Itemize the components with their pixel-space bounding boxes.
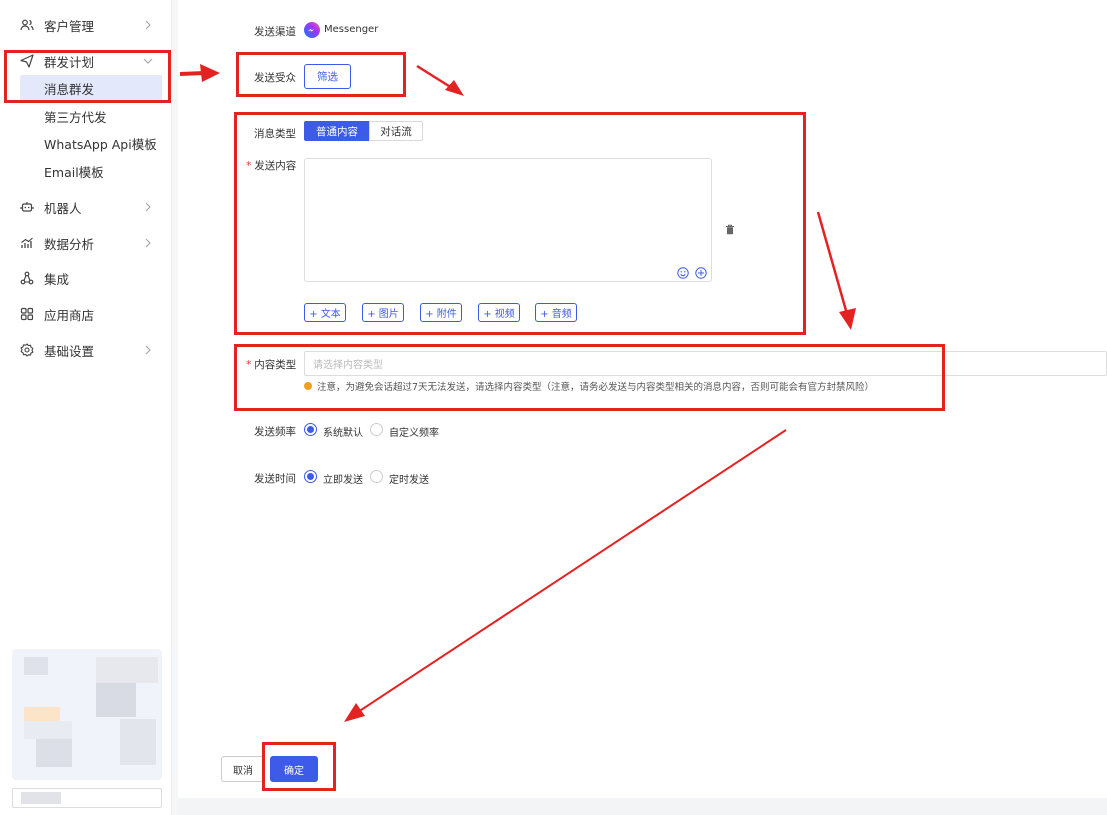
robot-icon [19, 199, 35, 215]
sidebar-item-label: 群发计划 [44, 54, 95, 70]
sidebar-item-robot[interactable]: 机器人 [0, 192, 172, 222]
sidebar-item-label: 机器人 [44, 200, 82, 216]
radio-label: 系统默认 [323, 428, 363, 439]
content-type-placeholder: 请选择内容类型 [313, 360, 383, 371]
sidebar-item-app-store[interactable]: 应用商店 [0, 299, 172, 329]
sidebar-subitem-third-party[interactable]: 第三方代发 [20, 103, 162, 129]
confirm-button[interactable]: 确定 [270, 756, 318, 782]
user-profile-card[interactable] [12, 649, 162, 780]
content-type-select[interactable]: 请选择内容类型 [304, 351, 1107, 376]
add-video-button[interactable]: + 视频 [478, 303, 520, 322]
sidebar-subitem-label: 第三方代发 [44, 109, 107, 125]
sidebar-subitem-mass-message[interactable]: 消息群发 [20, 75, 162, 101]
sidebar-item-customers[interactable]: 客户管理 [0, 10, 172, 40]
app-root: 客户管理 群发计划 消息群发 第三方代发 WhatsApp Api模板 Emai… [0, 0, 1107, 815]
tab-dialog-flow[interactable]: 对话流 [369, 121, 423, 141]
sidebar: 客户管理 群发计划 消息群发 第三方代发 WhatsApp Api模板 Emai… [0, 0, 172, 815]
sidebar-subitem-label: Email模板 [44, 164, 104, 180]
radio-send-now[interactable] [304, 470, 317, 483]
required-mark: * [246, 359, 252, 371]
sidebar-item-settings[interactable]: 基础设置 [0, 335, 172, 365]
radio-system-default[interactable] [304, 423, 317, 436]
sidebar-item-label: 基础设置 [44, 343, 95, 359]
warning-dot-icon [304, 382, 312, 390]
sidebar-item-integration[interactable]: 集成 [0, 263, 172, 293]
gear-icon [19, 342, 35, 358]
app-store-icon [19, 306, 35, 322]
required-mark: * [246, 160, 252, 172]
tab-normal-content[interactable]: 普通内容 [304, 121, 370, 141]
messenger-icon [304, 22, 320, 38]
radio-scheduled[interactable] [370, 470, 383, 483]
sidebar-item-label: 客户管理 [44, 18, 95, 34]
users-icon [19, 17, 35, 33]
sidebar-subitem-label: 消息群发 [44, 81, 95, 97]
add-text-button[interactable]: + 文本 [304, 303, 346, 322]
sidebar-subitem-whatsapp-template[interactable]: WhatsApp Api模板 [20, 130, 162, 156]
radio-custom-frequency[interactable] [370, 423, 383, 436]
content-type-label: * 内容类型 [246, 359, 297, 371]
chart-icon [19, 235, 35, 251]
profile-field[interactable] [12, 788, 162, 808]
channel-label: 发送渠道 [254, 26, 296, 38]
chevron-right-icon [145, 20, 151, 30]
trash-icon[interactable] [725, 220, 735, 235]
chevron-right-icon [145, 345, 151, 355]
sidebar-item-label: 数据分析 [44, 236, 95, 252]
frequency-label: 发送频率 [254, 426, 296, 438]
send-icon [19, 53, 35, 69]
chevron-right-icon [145, 238, 151, 248]
add-circle-icon[interactable] [695, 264, 707, 279]
radio-label: 定时发送 [389, 475, 429, 486]
content-textarea[interactable] [304, 158, 712, 282]
emoji-icon[interactable] [677, 264, 689, 279]
footer-bar [178, 798, 1107, 815]
channel-value: Messenger [324, 24, 379, 35]
integration-icon [19, 270, 35, 286]
chevron-down-icon [143, 58, 153, 64]
filter-button[interactable]: 筛选 [304, 64, 351, 89]
sidebar-subitem-label: WhatsApp Api模板 [44, 136, 157, 152]
radio-label: 立即发送 [323, 475, 363, 486]
add-image-button[interactable]: + 图片 [362, 303, 404, 322]
content-label: * 发送内容 [246, 160, 297, 172]
add-attachment-button[interactable]: + 附件 [420, 303, 462, 322]
content-gutter [172, 0, 178, 815]
sidebar-item-broadcast[interactable]: 群发计划 [0, 46, 172, 76]
cancel-button[interactable]: 取消 [221, 756, 265, 782]
sidebar-item-analytics[interactable]: 数据分析 [0, 228, 172, 258]
audience-label: 发送受众 [254, 72, 296, 84]
content-type-note: 注意，为避免会话超过7天无法发送，请选择内容类型（注意，请务必发送与内容类型相关… [304, 379, 874, 393]
radio-label: 自定义频率 [389, 428, 439, 439]
chevron-right-icon [145, 202, 151, 212]
sidebar-item-label: 集成 [44, 271, 70, 287]
send-time-label: 发送时间 [254, 473, 296, 485]
sidebar-item-label: 应用商店 [44, 307, 95, 323]
sidebar-subitem-email-template[interactable]: Email模板 [20, 158, 162, 184]
msg-type-label: 消息类型 [254, 128, 296, 140]
add-audio-button[interactable]: + 音频 [535, 303, 577, 322]
